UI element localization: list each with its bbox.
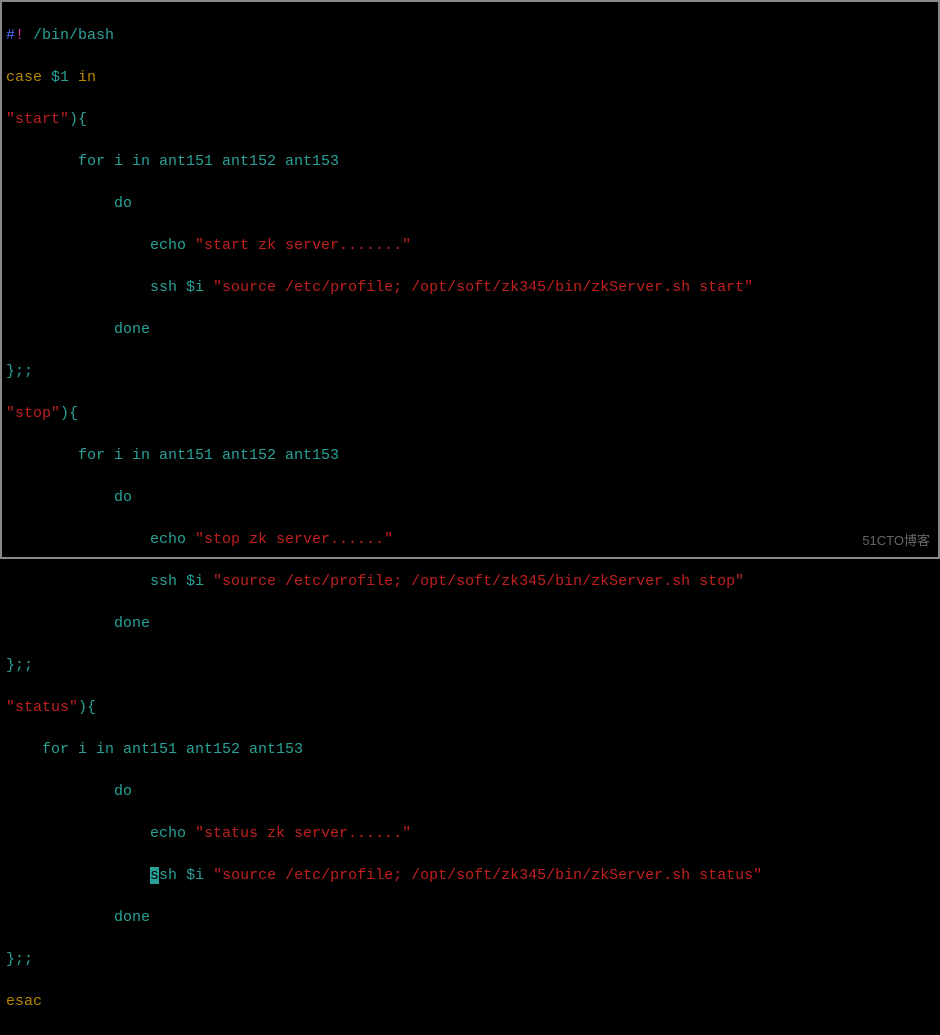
done-line: done: [6, 615, 150, 632]
paren-brace: ){: [78, 699, 96, 716]
code-line: };;: [6, 361, 934, 382]
ssh-var: $i: [186, 867, 213, 884]
ssh-string-stop: "source /etc/profile; /opt/soft/zk345/bi…: [213, 573, 744, 590]
brace-semi: };;: [6, 657, 33, 674]
ssh-var: $i: [186, 573, 213, 590]
ssh-var: $i: [186, 279, 213, 296]
echo-cmd: echo: [6, 825, 195, 842]
ssh-indent: [6, 867, 150, 884]
echo-string-status: "status zk server......": [195, 825, 411, 842]
code-line: for i in ant151 ant152 ant153: [6, 151, 934, 172]
code-line: ssh $i "source /etc/profile; /opt/soft/z…: [6, 865, 934, 886]
echo-string-start: "start zk server.......": [195, 237, 411, 254]
in-keyword: in: [78, 69, 96, 86]
brace-semi: };;: [6, 951, 33, 968]
code-line: for i in ant151 ant152 ant153: [6, 739, 934, 760]
code-line: do: [6, 487, 934, 508]
code-line: do: [6, 193, 934, 214]
code-line: esac: [6, 991, 934, 1012]
paren-brace: ){: [69, 111, 87, 128]
case-label-status: "status": [6, 699, 78, 716]
shebang-path: /bin/bash: [24, 27, 114, 44]
done-line: done: [6, 321, 150, 338]
esac-keyword: esac: [6, 993, 42, 1010]
watermark-text: 51CTO博客: [862, 530, 930, 551]
do-line: do: [6, 489, 132, 506]
brace-semi: };;: [6, 363, 33, 380]
code-line: "start"){: [6, 109, 934, 130]
code-line: echo "start zk server.......": [6, 235, 934, 256]
code-line: #! /bin/bash: [6, 25, 934, 46]
code-line: ssh $i "source /etc/profile; /opt/soft/z…: [6, 571, 934, 592]
shebang-bang: !: [15, 27, 24, 44]
code-line: ssh $i "source /etc/profile; /opt/soft/z…: [6, 277, 934, 298]
code-line: };;: [6, 949, 934, 970]
ssh-cmd: ssh: [6, 279, 186, 296]
case-label-stop: "stop": [6, 405, 60, 422]
case-keyword: case: [6, 69, 42, 86]
ssh-string-status: "source /etc/profile; /opt/soft/zk345/bi…: [213, 867, 762, 884]
done-line: done: [6, 909, 150, 926]
do-line: do: [6, 783, 132, 800]
ssh-cmd: ssh: [6, 573, 186, 590]
echo-string-stop: "stop zk server......": [195, 531, 393, 548]
case-var: $1: [42, 69, 78, 86]
code-line: do: [6, 781, 934, 802]
code-line: done: [6, 319, 934, 340]
case-label-start: "start": [6, 111, 69, 128]
code-line: done: [6, 907, 934, 928]
code-line: for i in ant151 ant152 ant153: [6, 445, 934, 466]
for-line: for i in ant151 ant152 ant153: [6, 741, 303, 758]
terminal-editor[interactable]: #! /bin/bash case $1 in "start"){ for i …: [2, 2, 938, 1035]
do-line: do: [6, 195, 132, 212]
shebang-hash: #: [6, 27, 15, 44]
echo-cmd: echo: [6, 531, 195, 548]
paren-brace: ){: [60, 405, 78, 422]
for-line: for i in ant151 ant152 ant153: [6, 153, 339, 170]
echo-cmd: echo: [6, 237, 195, 254]
code-line: };;: [6, 655, 934, 676]
code-line: "status"){: [6, 697, 934, 718]
code-line: echo "status zk server......": [6, 823, 934, 844]
code-line: echo "stop zk server......": [6, 529, 934, 550]
for-line: for i in ant151 ant152 ant153: [6, 447, 339, 464]
ssh-rest: sh: [159, 867, 186, 884]
ssh-string-start: "source /etc/profile; /opt/soft/zk345/bi…: [213, 279, 753, 296]
terminal-cursor: s: [150, 867, 159, 884]
code-line: case $1 in: [6, 67, 934, 88]
code-line: done: [6, 613, 934, 634]
code-line: "stop"){: [6, 403, 934, 424]
